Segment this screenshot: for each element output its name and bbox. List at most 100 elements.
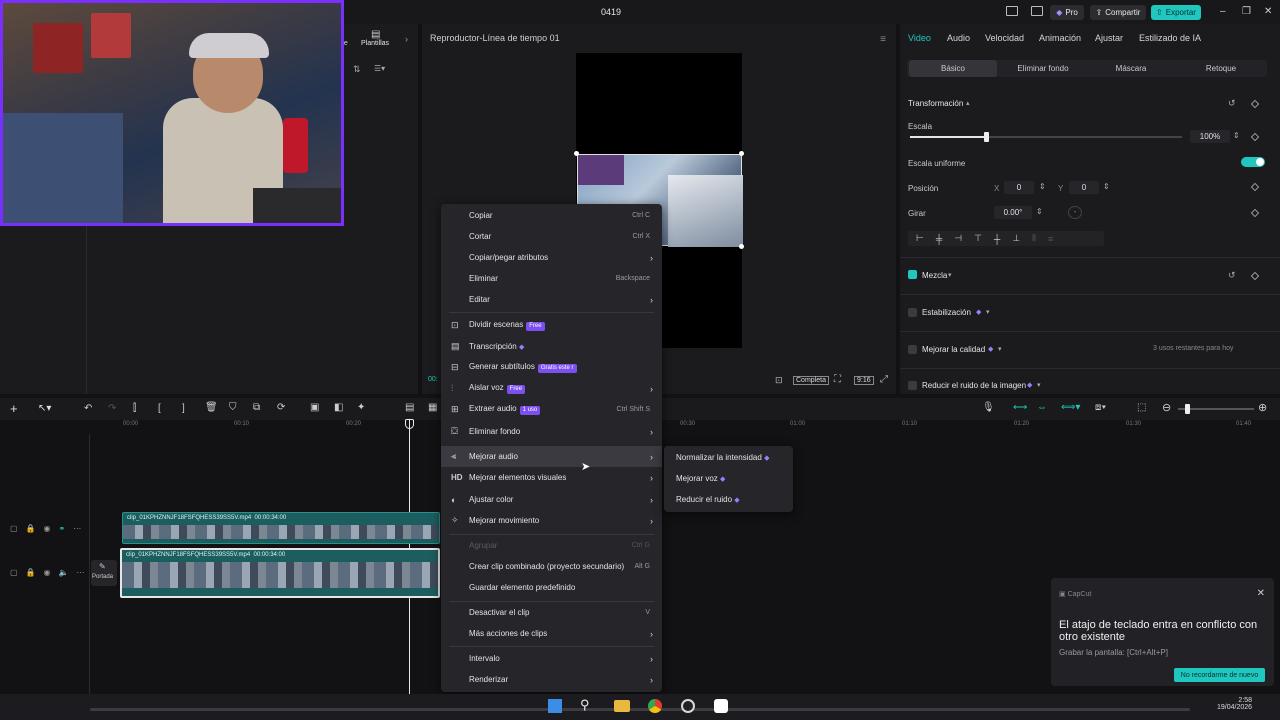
scale-value-input[interactable]: 100% bbox=[1190, 130, 1230, 143]
overlay-clip[interactable]: clip_01KPHZNNJF18FSFQHESS39SS5V.mp4 00:0… bbox=[122, 512, 440, 544]
menu-item-remove-background[interactable]: ⛋ Eliminar fondo › bbox=[441, 421, 662, 442]
trim-left-icon[interactable]: [ bbox=[158, 403, 161, 414]
rotate-dial[interactable]: - bbox=[1068, 206, 1082, 219]
snap-icon[interactable]: ⇔ bbox=[1037, 402, 1047, 413]
eye-icon[interactable]: ◉ bbox=[44, 568, 51, 577]
menu-item-generate-subtitles[interactable]: ⊟ Generar subtítulos Gratis este r bbox=[441, 357, 662, 378]
reset-icon[interactable]: ↺ bbox=[1228, 98, 1236, 109]
menu-item-group[interactable]: Agrupar Ctrl G bbox=[441, 535, 662, 556]
tab-speed[interactable]: Velocidad bbox=[985, 33, 1024, 43]
distribute-v-icon[interactable]: ≡ bbox=[1048, 234, 1053, 244]
resize-handle[interactable] bbox=[574, 151, 579, 156]
magic-icon[interactable]: ✦ bbox=[357, 402, 365, 413]
menu-item-disable-clip[interactable]: Desactivar el clip V bbox=[441, 602, 662, 623]
zoom-in-icon[interactable]: ⊕ bbox=[1258, 401, 1267, 414]
resize-handle[interactable] bbox=[739, 151, 744, 156]
chrome-icon[interactable] bbox=[648, 699, 662, 713]
speed-icon[interactable]: ⟳ bbox=[277, 402, 285, 413]
mirror-icon[interactable]: ◧ bbox=[334, 402, 343, 413]
close-icon[interactable]: ✕ bbox=[1257, 588, 1265, 599]
time-ruler[interactable]: 00:00 00:10 00:20 00:30 01:00 01:10 01:2… bbox=[90, 421, 1280, 433]
menu-item-more-clip-actions[interactable]: Más acciones de clips › bbox=[441, 623, 662, 644]
stepper-icon[interactable]: ⇕ bbox=[1039, 182, 1046, 191]
tab-plantillas[interactable]: Plantillas bbox=[361, 40, 389, 47]
quality-button[interactable]: Completa bbox=[793, 376, 829, 385]
align-middle-icon[interactable]: ┼ bbox=[994, 234, 1000, 244]
obs-icon[interactable] bbox=[681, 699, 695, 713]
filter-icon[interactable]: ☰▾ bbox=[374, 64, 385, 73]
shortcuts-icon[interactable] bbox=[1031, 6, 1043, 16]
menu-item-improve-motion[interactable]: ✧ Mejorar movimiento › bbox=[441, 510, 662, 531]
align-center-icon[interactable]: ╪ bbox=[936, 234, 942, 244]
windows-start-icon[interactable] bbox=[548, 699, 562, 713]
scale-slider-knob[interactable] bbox=[984, 132, 990, 142]
undo-icon[interactable]: ↶ bbox=[84, 403, 92, 414]
subtab-remove-bg[interactable]: Eliminar fondo bbox=[999, 60, 1087, 77]
quality-checkbox[interactable] bbox=[908, 345, 917, 354]
capcut-icon[interactable] bbox=[714, 699, 728, 713]
pos-y-input[interactable]: 0 bbox=[1069, 181, 1099, 194]
scale-slider-track[interactable] bbox=[910, 136, 1182, 138]
align-bottom-icon[interactable]: ⊥ bbox=[1012, 233, 1020, 244]
submenu-item-reduce-noise[interactable]: Reducir el ruido ◆ bbox=[676, 495, 740, 504]
menu-item-transcription[interactable]: ▤ Transcripción ◆ bbox=[441, 336, 662, 357]
uniform-scale-toggle[interactable] bbox=[1241, 157, 1265, 167]
distribute-h-icon[interactable]: ⫴ bbox=[1032, 233, 1036, 244]
maximize-icon[interactable]: ❐ bbox=[1242, 6, 1251, 17]
minimize-icon[interactable]: – bbox=[1220, 6, 1226, 17]
link-icon[interactable]: ⟷ bbox=[1013, 402, 1027, 413]
stabilization-checkbox[interactable] bbox=[908, 308, 917, 317]
subtab-basic[interactable]: Básico bbox=[909, 60, 997, 77]
menu-item-improve-audio[interactable]: ⫷ Mejorar audio › bbox=[441, 446, 662, 467]
chevron-down-icon[interactable]: ▾ bbox=[986, 308, 990, 316]
playhead-handle[interactable] bbox=[405, 419, 414, 429]
link-icon[interactable]: ⚭ bbox=[59, 524, 66, 533]
zoom-out-icon[interactable]: ⊖ bbox=[1162, 401, 1171, 414]
menu-item-render[interactable]: Renderizar › bbox=[441, 669, 662, 690]
select-tool-icon[interactable]: ↖▾ bbox=[38, 403, 51, 414]
crop-icon[interactable]: ⧉ bbox=[253, 402, 260, 413]
more-icon[interactable]: ⋯ bbox=[76, 568, 84, 577]
magnet-icon[interactable]: ⟺▾ bbox=[1061, 402, 1080, 413]
close-window-icon[interactable]: ✕ bbox=[1264, 6, 1272, 17]
menu-item-split-scenes[interactable]: ⊡ Dividir escenas Free bbox=[441, 315, 662, 336]
tab-animation[interactable]: Animación bbox=[1039, 33, 1081, 43]
fit-icon[interactable]: ⬚ bbox=[1137, 402, 1146, 413]
dismiss-button[interactable]: No recordarme de nuevo bbox=[1174, 668, 1265, 682]
chevron-down-icon[interactable]: ▾ bbox=[1037, 381, 1041, 389]
redo-icon[interactable]: ↷ bbox=[108, 403, 116, 414]
shield-icon[interactable]: ⛉ bbox=[229, 402, 237, 413]
stepper-icon[interactable]: ⇕ bbox=[1233, 131, 1240, 140]
tab-video[interactable]: Video bbox=[908, 33, 931, 43]
tab-ai-style[interactable]: Estilizado de IA bbox=[1139, 33, 1201, 43]
layout-icon[interactable] bbox=[1006, 6, 1018, 16]
noise-checkbox[interactable] bbox=[908, 381, 917, 390]
pos-x-input[interactable]: 0 bbox=[1004, 181, 1034, 194]
tab-adjust[interactable]: Ajustar bbox=[1095, 33, 1123, 43]
scrollbar[interactable] bbox=[90, 708, 1190, 711]
search-icon[interactable]: ⚲ bbox=[580, 697, 590, 713]
share-button[interactable]: ⇪ Compartir bbox=[1090, 5, 1146, 20]
zoom-knob[interactable] bbox=[1185, 404, 1190, 414]
crop-icon[interactable]: ⛶ bbox=[834, 374, 841, 385]
cover-button[interactable]: ✎ Portada bbox=[91, 560, 117, 586]
add-track-icon[interactable]: + bbox=[10, 401, 18, 416]
chevron-down-icon[interactable]: ▾ bbox=[998, 345, 1002, 353]
stepper-icon[interactable]: ⇕ bbox=[1036, 207, 1043, 216]
track-box-icon[interactable]: ▢ bbox=[10, 524, 18, 533]
chevron-down-icon[interactable]: ▾ bbox=[948, 271, 952, 279]
menu-item-create-compound-clip[interactable]: Crear clip combinado (proyecto secundari… bbox=[441, 556, 662, 577]
menu-item-copy-paste-attributes[interactable]: Copiar/pegar atributos › bbox=[441, 247, 662, 268]
menu-item-improve-visuals[interactable]: HD Mejorar elementos visuales › bbox=[441, 467, 662, 488]
eye-icon[interactable]: ◉ bbox=[44, 524, 51, 533]
align-top-icon[interactable]: ⊤ bbox=[974, 233, 982, 244]
rotate-input[interactable]: 0.00° bbox=[994, 206, 1032, 219]
blend-checkbox[interactable] bbox=[908, 270, 917, 279]
menu-item-copy[interactable]: Copiar Ctrl C bbox=[441, 205, 662, 226]
improve-quality-label[interactable]: Mejorar la calidad bbox=[922, 345, 985, 354]
stabilization-label[interactable]: Estabilización bbox=[922, 308, 971, 317]
mic-icon[interactable]: 🎙 bbox=[982, 402, 995, 413]
submenu-item-enhance-voice[interactable]: Mejorar voz ◆ bbox=[676, 474, 725, 483]
subtab-mask[interactable]: Máscara bbox=[1087, 60, 1175, 77]
preview-axis-icon[interactable]: ⧈▾ bbox=[1095, 402, 1106, 413]
